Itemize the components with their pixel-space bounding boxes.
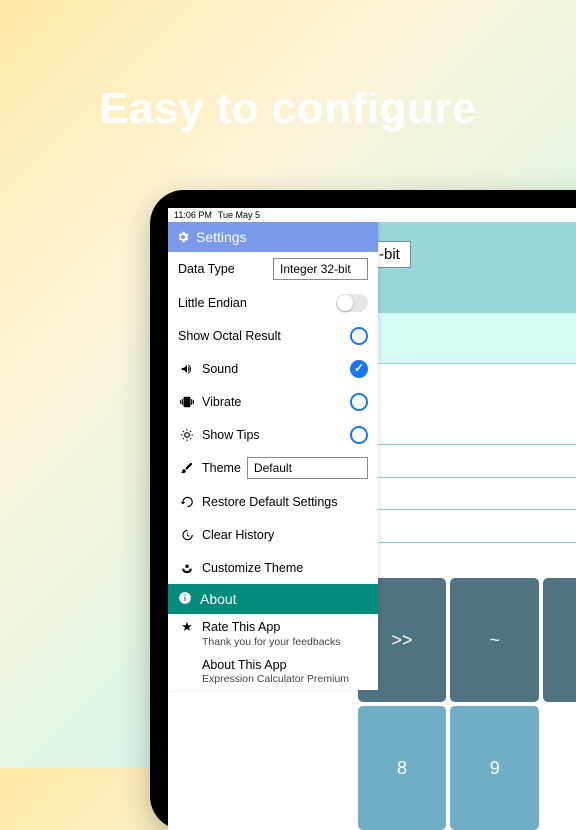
row-vibrate: Vibrate xyxy=(168,385,378,418)
about-section-label: About xyxy=(200,591,237,607)
tablet-frame: 11:06 PM Tue May 5 -bit >> ~ ^ xyxy=(150,190,576,830)
sound-check[interactable] xyxy=(350,360,368,378)
row-sound: Sound xyxy=(168,352,378,385)
key-caret[interactable]: ^ xyxy=(543,578,576,702)
vibrate-check[interactable] xyxy=(350,393,368,411)
key-9[interactable]: 9 xyxy=(450,706,539,830)
history-icon xyxy=(178,528,196,542)
about-section-header: About xyxy=(168,584,378,614)
customize-theme-label: Customize Theme xyxy=(202,561,368,575)
sound-label: Sound xyxy=(202,362,350,376)
show-octal-check[interactable] xyxy=(350,327,368,345)
little-endian-label: Little Endian xyxy=(178,296,336,310)
restore-label: Restore Default Settings xyxy=(202,495,368,509)
settings-title: Settings xyxy=(196,229,247,245)
show-tips-label: Show Tips xyxy=(202,428,350,442)
data-type-label: Data Type xyxy=(178,262,273,276)
row-customize-theme[interactable]: Customize Theme xyxy=(168,551,378,584)
theme-label: Theme xyxy=(202,461,241,475)
screen: 11:06 PM Tue May 5 -bit >> ~ ^ xyxy=(168,208,576,830)
row-data-type: Data Type Integer 32-bit xyxy=(168,252,378,286)
vibrate-icon xyxy=(178,395,196,409)
tips-icon xyxy=(178,428,196,442)
rate-label: Rate This App xyxy=(202,620,368,634)
row-show-tips: Show Tips xyxy=(168,418,378,451)
row-little-endian: Little Endian xyxy=(168,286,378,319)
star-icon: ★ xyxy=(178,619,196,635)
about-app-subtext: Expression Calculator Premium xyxy=(178,672,349,685)
little-endian-toggle[interactable] xyxy=(336,294,368,312)
status-bar: 11:06 PM Tue May 5 xyxy=(168,208,576,222)
restore-icon xyxy=(178,495,196,509)
key-8[interactable]: 8 xyxy=(358,706,447,830)
key-tilde[interactable]: ~ xyxy=(450,578,539,702)
row-show-octal: Show Octal Result xyxy=(168,319,378,352)
clear-history-label: Clear History xyxy=(202,528,368,542)
hero-title: Easy to configure xyxy=(99,84,477,134)
row-theme: Theme Default xyxy=(168,451,378,485)
sound-icon xyxy=(178,362,196,376)
vibrate-label: Vibrate xyxy=(202,395,350,409)
theme-select[interactable]: Default xyxy=(247,457,368,479)
customize-icon xyxy=(178,561,196,575)
settings-panel: Settings Data Type Integer 32-bit Little… xyxy=(168,222,378,690)
status-time: 11:06 PM xyxy=(174,210,212,222)
data-type-select[interactable]: Integer 32-bit xyxy=(273,258,368,280)
about-app-label: About This App xyxy=(202,658,368,672)
row-rate-app[interactable]: ★ Rate This App Thank you for your feedb… xyxy=(168,614,378,653)
show-octal-label: Show Octal Result xyxy=(178,329,350,343)
status-date: Tue May 5 xyxy=(218,210,260,222)
settings-header: Settings xyxy=(168,222,378,252)
rate-subtext: Thank you for your feedbacks xyxy=(178,635,340,648)
row-clear-history[interactable]: Clear History xyxy=(168,518,378,551)
row-about-app[interactable]: About This App Expression Calculator Pre… xyxy=(168,653,378,690)
info-icon xyxy=(178,591,192,608)
gear-icon xyxy=(176,230,190,244)
row-restore[interactable]: Restore Default Settings xyxy=(168,485,378,518)
show-tips-check[interactable] xyxy=(350,426,368,444)
theme-icon xyxy=(178,461,196,475)
